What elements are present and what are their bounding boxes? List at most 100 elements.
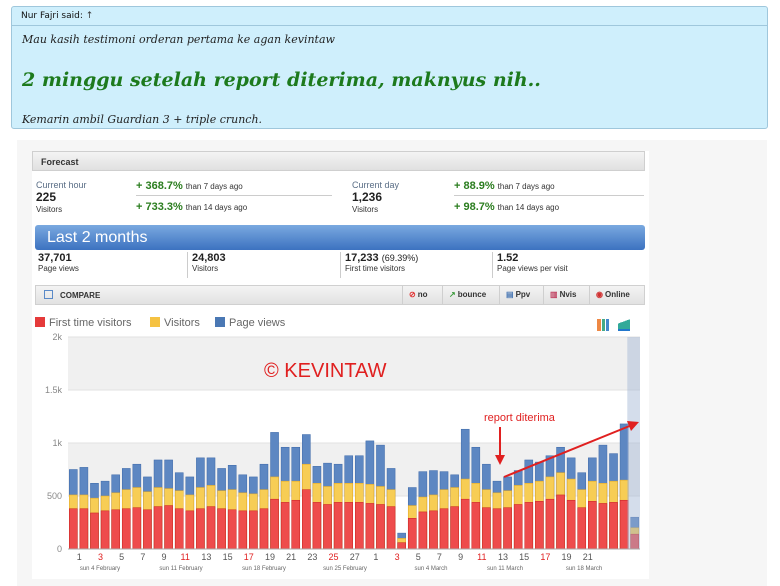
quote-box: Nur Fajri said: ↑ Mau kasih testimoni or… [11, 6, 768, 129]
legend-first-time-visitors[interactable]: First time visitors [35, 317, 132, 329]
first-time-visitors-bar [227, 509, 237, 550]
first-time-visitors-bar [524, 502, 534, 550]
first-time-visitors-bar [566, 499, 576, 550]
x-tick-label: 17 [540, 552, 550, 562]
current-hour-value: 225 [36, 190, 57, 204]
first-time-visitors-bar [513, 504, 523, 550]
first-time-visitors-bar [418, 511, 428, 550]
x-tick-label: 17 [244, 552, 254, 562]
divider [187, 252, 188, 278]
first-time-visitors-bar [249, 510, 258, 550]
x-tick-label: 3 [98, 552, 103, 562]
divider [136, 195, 332, 196]
first-time-visitors-bar [503, 507, 512, 550]
first-time-visitors-bar [482, 507, 491, 550]
x-tick-label: 21 [583, 552, 593, 562]
x-tick-label: 13 [498, 552, 508, 562]
x-tick-label: 19 [265, 552, 275, 562]
first-time-visitors-bar [397, 542, 406, 550]
x-tick-label: 27 [350, 552, 360, 562]
view-post-link[interactable]: ↑ [86, 11, 94, 21]
first-time-visitors-bar [588, 501, 597, 550]
quote-headline: 2 minggu setelah report diterima, maknyu… [22, 69, 541, 91]
x-tick-label: 1 [77, 552, 82, 562]
hour-change-7: + 368.7% than 7 days ago [136, 180, 243, 192]
x-tick-label: 15 [223, 552, 233, 562]
first-time-visitors-bar [386, 506, 396, 550]
divider [492, 252, 493, 278]
first-time-visitors-bar [302, 489, 311, 550]
first-time-visitors-bar [185, 510, 195, 550]
divider [454, 195, 644, 196]
x-tick-label: 13 [201, 552, 211, 562]
legend-swatch [35, 317, 45, 327]
x-tick-label: 5 [119, 552, 124, 562]
quote-author: Nur Fajri said: [21, 11, 83, 21]
first-time-visitors-bar [619, 499, 629, 550]
first-time-visitors-bar [333, 502, 343, 550]
compare-online-button[interactable]: ◉ Online [589, 286, 630, 304]
x-tick-label: 19 [562, 552, 572, 562]
first-time-visitors-bar [164, 505, 173, 550]
x-tick-label: 5 [416, 552, 421, 562]
traffic-chart: 0 500 1k 1.5k 2k © KEVINTAW report diterima 1… [45, 332, 640, 572]
legend-page-views[interactable]: Page views [215, 317, 285, 329]
y-tick-label: 2k [52, 332, 62, 342]
week-label: sun 4 February [80, 566, 120, 572]
week-label: sun 25 February [323, 566, 367, 572]
current-hour-unit: Visitors [36, 205, 63, 214]
week-label: sun 18 February [242, 566, 286, 572]
day-change-7: + 88.9% than 7 days ago [454, 180, 555, 192]
first-time-visitors-bar [312, 502, 322, 550]
compare-bar: COMPARE ⊘ no ↗ bounce ▤ Ppv ▥ Nvis ◉ Online [35, 285, 645, 305]
legend-visitors[interactable]: Visitors [150, 317, 200, 329]
x-tick-label: 9 [162, 552, 167, 562]
x-tick-label: 7 [140, 552, 145, 562]
first-time-visitors-bar [90, 512, 99, 550]
first-time-visitors-bar [460, 498, 470, 550]
x-tick-label: 3 [395, 552, 400, 562]
current-day-highlight [627, 337, 640, 549]
first-time-visitors-bar [280, 502, 290, 550]
stat-page-views: 37,701 Page views [38, 252, 79, 273]
stats-screenshot: Forecast Current hour 225 Visitors + 368… [32, 151, 649, 579]
first-time-visitors-bar [259, 508, 269, 550]
quote-header: Nur Fajri said: ↑ [12, 7, 767, 26]
stat-visitors: 24,803 Visitors [192, 252, 226, 273]
first-time-visitors-bar [196, 508, 205, 550]
divider [340, 252, 341, 278]
compare-bounce-button[interactable]: ↗ bounce [442, 286, 486, 304]
y-tick-label: 1.5k [45, 385, 63, 395]
stat-ppv: 1.52 Page views per visit [497, 252, 568, 273]
week-label: sun 4 March [414, 566, 447, 572]
y-tick-label: 500 [47, 491, 62, 501]
compare-ppv-button[interactable]: ▤ Ppv [499, 286, 530, 304]
compare-no-button[interactable]: ⊘ no [402, 286, 427, 304]
compare-nvis-button[interactable]: ▥ Nvis [543, 286, 576, 304]
x-tick-label: 1 [373, 552, 378, 562]
x-tick-label: 11 [477, 552, 486, 562]
no-icon: ⊘ [409, 290, 416, 299]
first-time-visitors-bar [111, 509, 120, 550]
first-time-visitors-bar [143, 509, 152, 550]
first-time-visitors-bar [238, 510, 248, 550]
watermark-text: © KEVINTAW [264, 360, 387, 382]
x-tick-label: 11 [181, 552, 190, 562]
first-time-visitors-bar [365, 503, 375, 550]
current-day-label: Current day [352, 180, 400, 190]
first-time-visitors-bar [439, 508, 449, 550]
first-time-visitors-bar [174, 508, 184, 550]
quote-text-2: Kemarin ambil Guardian 3 + triple crunch… [22, 113, 263, 126]
first-time-visitors-bar [556, 494, 565, 550]
period-title: Last 2 months [35, 225, 645, 250]
hour-change-14: + 733.3% than 14 days ago [136, 201, 248, 213]
first-time-visitors-bar [471, 502, 481, 550]
week-label: sun 11 February [159, 566, 202, 572]
first-time-visitors-bar [323, 504, 332, 550]
first-time-visitors-bar [344, 502, 353, 550]
y-tick-label: 1k [52, 438, 62, 448]
first-time-visitors-bar [291, 499, 301, 550]
report-annotation: report diterima [484, 412, 556, 424]
first-time-visitors-bar [69, 508, 78, 550]
first-time-visitors-bar [206, 506, 216, 550]
